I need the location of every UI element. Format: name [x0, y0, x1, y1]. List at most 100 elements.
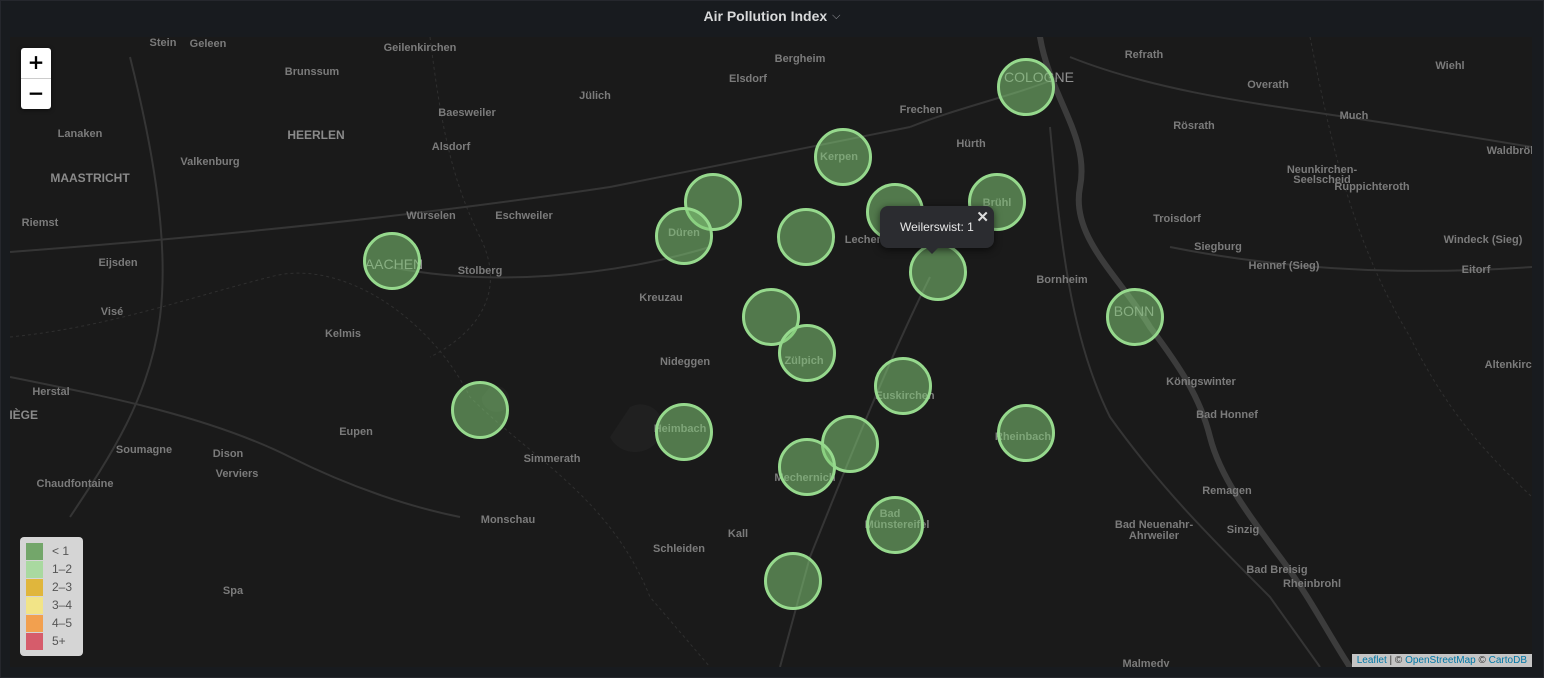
- place-label: Much: [1339, 110, 1369, 122]
- panel-header[interactable]: Air Pollution Index ⌵: [1, 1, 1543, 31]
- attribution-separator: | ©: [1386, 655, 1406, 666]
- place-label: Troisdorf: [1153, 213, 1201, 225]
- legend-swatch: [26, 578, 43, 596]
- place-label: Rösrath: [1173, 120, 1215, 132]
- place-label: Soumagne: [115, 444, 173, 456]
- place-label: Jülich: [579, 90, 611, 102]
- place-label: Eupen: [339, 426, 373, 438]
- station-marker[interactable]: [814, 128, 872, 186]
- popup-text: Weilerswist: 1: [900, 220, 974, 234]
- place-label: Remagen: [1202, 485, 1252, 497]
- place-label: Bergheim: [774, 53, 826, 65]
- panel-title[interactable]: Air Pollution Index: [703, 8, 827, 24]
- legend-label: 1–2: [52, 562, 73, 576]
- place-label: Hürth: [956, 138, 986, 150]
- station-marker[interactable]: [777, 208, 835, 266]
- place-label: Monschau: [480, 514, 536, 526]
- legend-label: 4–5: [52, 616, 73, 630]
- station-marker[interactable]: [451, 381, 509, 439]
- place-label: Frechen: [899, 104, 943, 116]
- station-marker[interactable]: [997, 404, 1055, 462]
- place-label: Riemst: [21, 217, 59, 229]
- place-label: Stolberg: [457, 265, 503, 277]
- legend-row: 5+: [26, 632, 77, 650]
- legend-row: 3–4: [26, 596, 77, 614]
- place-label: Simmerath: [523, 453, 581, 465]
- station-marker[interactable]: [778, 438, 836, 496]
- place-label: LIÈGE: [10, 408, 39, 422]
- place-label: Würselen: [406, 210, 456, 222]
- place-label: Alsdorf: [431, 141, 471, 153]
- legend-swatch: [26, 596, 43, 614]
- place-label: Brunssum: [284, 66, 340, 78]
- zoom-control[interactable]: + −: [21, 48, 51, 109]
- place-label: Kelmis: [324, 328, 362, 340]
- place-label: Lanaken: [57, 128, 103, 140]
- place-label: Eschweiler: [495, 210, 553, 222]
- legend-swatch: [26, 560, 43, 578]
- place-label: Ruppichteroth: [1334, 181, 1410, 193]
- place-label: Nideggen: [659, 356, 711, 368]
- place-label: Chaudfontaine: [36, 478, 114, 490]
- zoom-out-button[interactable]: −: [21, 78, 51, 109]
- legend: < 1 1–2 2–3 3–4 4–5 5+: [20, 537, 83, 656]
- map-panel: Air Pollution Index ⌵ Stein Geleen Geile…: [0, 0, 1544, 678]
- place-label: Dison: [212, 448, 244, 460]
- legend-row: < 1: [26, 542, 77, 560]
- station-marker[interactable]: [655, 207, 713, 265]
- place-label: Spa: [222, 585, 244, 597]
- chevron-down-icon[interactable]: ⌵: [832, 10, 840, 23]
- place-label: Stein: [149, 37, 177, 49]
- station-marker[interactable]: [778, 324, 836, 382]
- place-label: Windeck (Sieg): [1443, 234, 1523, 246]
- legend-swatch: [26, 542, 43, 560]
- zoom-in-button[interactable]: +: [21, 48, 51, 78]
- place-label: Bad Breisig: [1246, 564, 1308, 576]
- place-label: Waldbröl: [1486, 145, 1532, 157]
- place-label: Bad Honnef: [1196, 409, 1258, 421]
- legend-label: 3–4: [52, 598, 73, 612]
- place-label: Rheinbrohl: [1282, 578, 1342, 590]
- station-popup: Weilerswist: 1 ✕: [880, 206, 994, 254]
- map-view[interactable]: Stein Geleen Geilenkirchen Brunssum HEERLEN L…: [10, 37, 1532, 667]
- popup-tip: [926, 248, 938, 254]
- place-label: Valkenburg: [180, 156, 240, 168]
- legend-label: < 1: [52, 544, 70, 558]
- station-marker[interactable]: [997, 58, 1055, 116]
- place-label: Schleiden: [653, 543, 705, 555]
- attribution-separator: ©: [1475, 655, 1489, 666]
- place-label: Hennef (Sieg): [1248, 260, 1320, 272]
- station-marker[interactable]: [363, 232, 421, 290]
- place-label: MAASTRICHT: [50, 171, 130, 185]
- legend-row: 1–2: [26, 560, 77, 578]
- leaflet-link[interactable]: Leaflet: [1357, 655, 1387, 666]
- station-marker[interactable]: [1106, 288, 1164, 346]
- map-attribution: Leaflet | © OpenStreetMap © CartoDB: [1351, 654, 1532, 667]
- place-label: Kreuzau: [639, 292, 683, 304]
- place-label: Bornheim: [1036, 274, 1088, 286]
- legend-swatch: [26, 614, 43, 632]
- place-label: Verviers: [215, 468, 259, 480]
- place-label: Geilenkirchen: [383, 42, 457, 54]
- station-marker[interactable]: [866, 496, 924, 554]
- place-label: Baesweiler: [438, 107, 496, 119]
- place-label: Malmedy: [1122, 658, 1170, 667]
- place-label: Refrath: [1124, 49, 1164, 61]
- place-label: Elsdorf: [729, 73, 767, 85]
- place-label: Kall: [727, 528, 749, 540]
- legend-swatch: [26, 632, 43, 650]
- station-marker[interactable]: [909, 243, 967, 301]
- cartodb-link[interactable]: CartoDB: [1489, 655, 1527, 666]
- place-label: Sinzig: [1226, 524, 1260, 536]
- osm-link[interactable]: OpenStreetMap: [1405, 655, 1476, 666]
- place-label: Visé: [100, 306, 124, 318]
- station-marker[interactable]: [764, 552, 822, 610]
- legend-label: 5+: [52, 634, 66, 648]
- station-marker[interactable]: [874, 357, 932, 415]
- close-icon[interactable]: ✕: [976, 208, 989, 226]
- legend-label: 2–3: [52, 580, 73, 594]
- legend-row: 2–3: [26, 578, 77, 596]
- place-label: Herstal: [32, 386, 70, 398]
- lake-shapes: [481, 386, 663, 452]
- station-marker[interactable]: [655, 403, 713, 461]
